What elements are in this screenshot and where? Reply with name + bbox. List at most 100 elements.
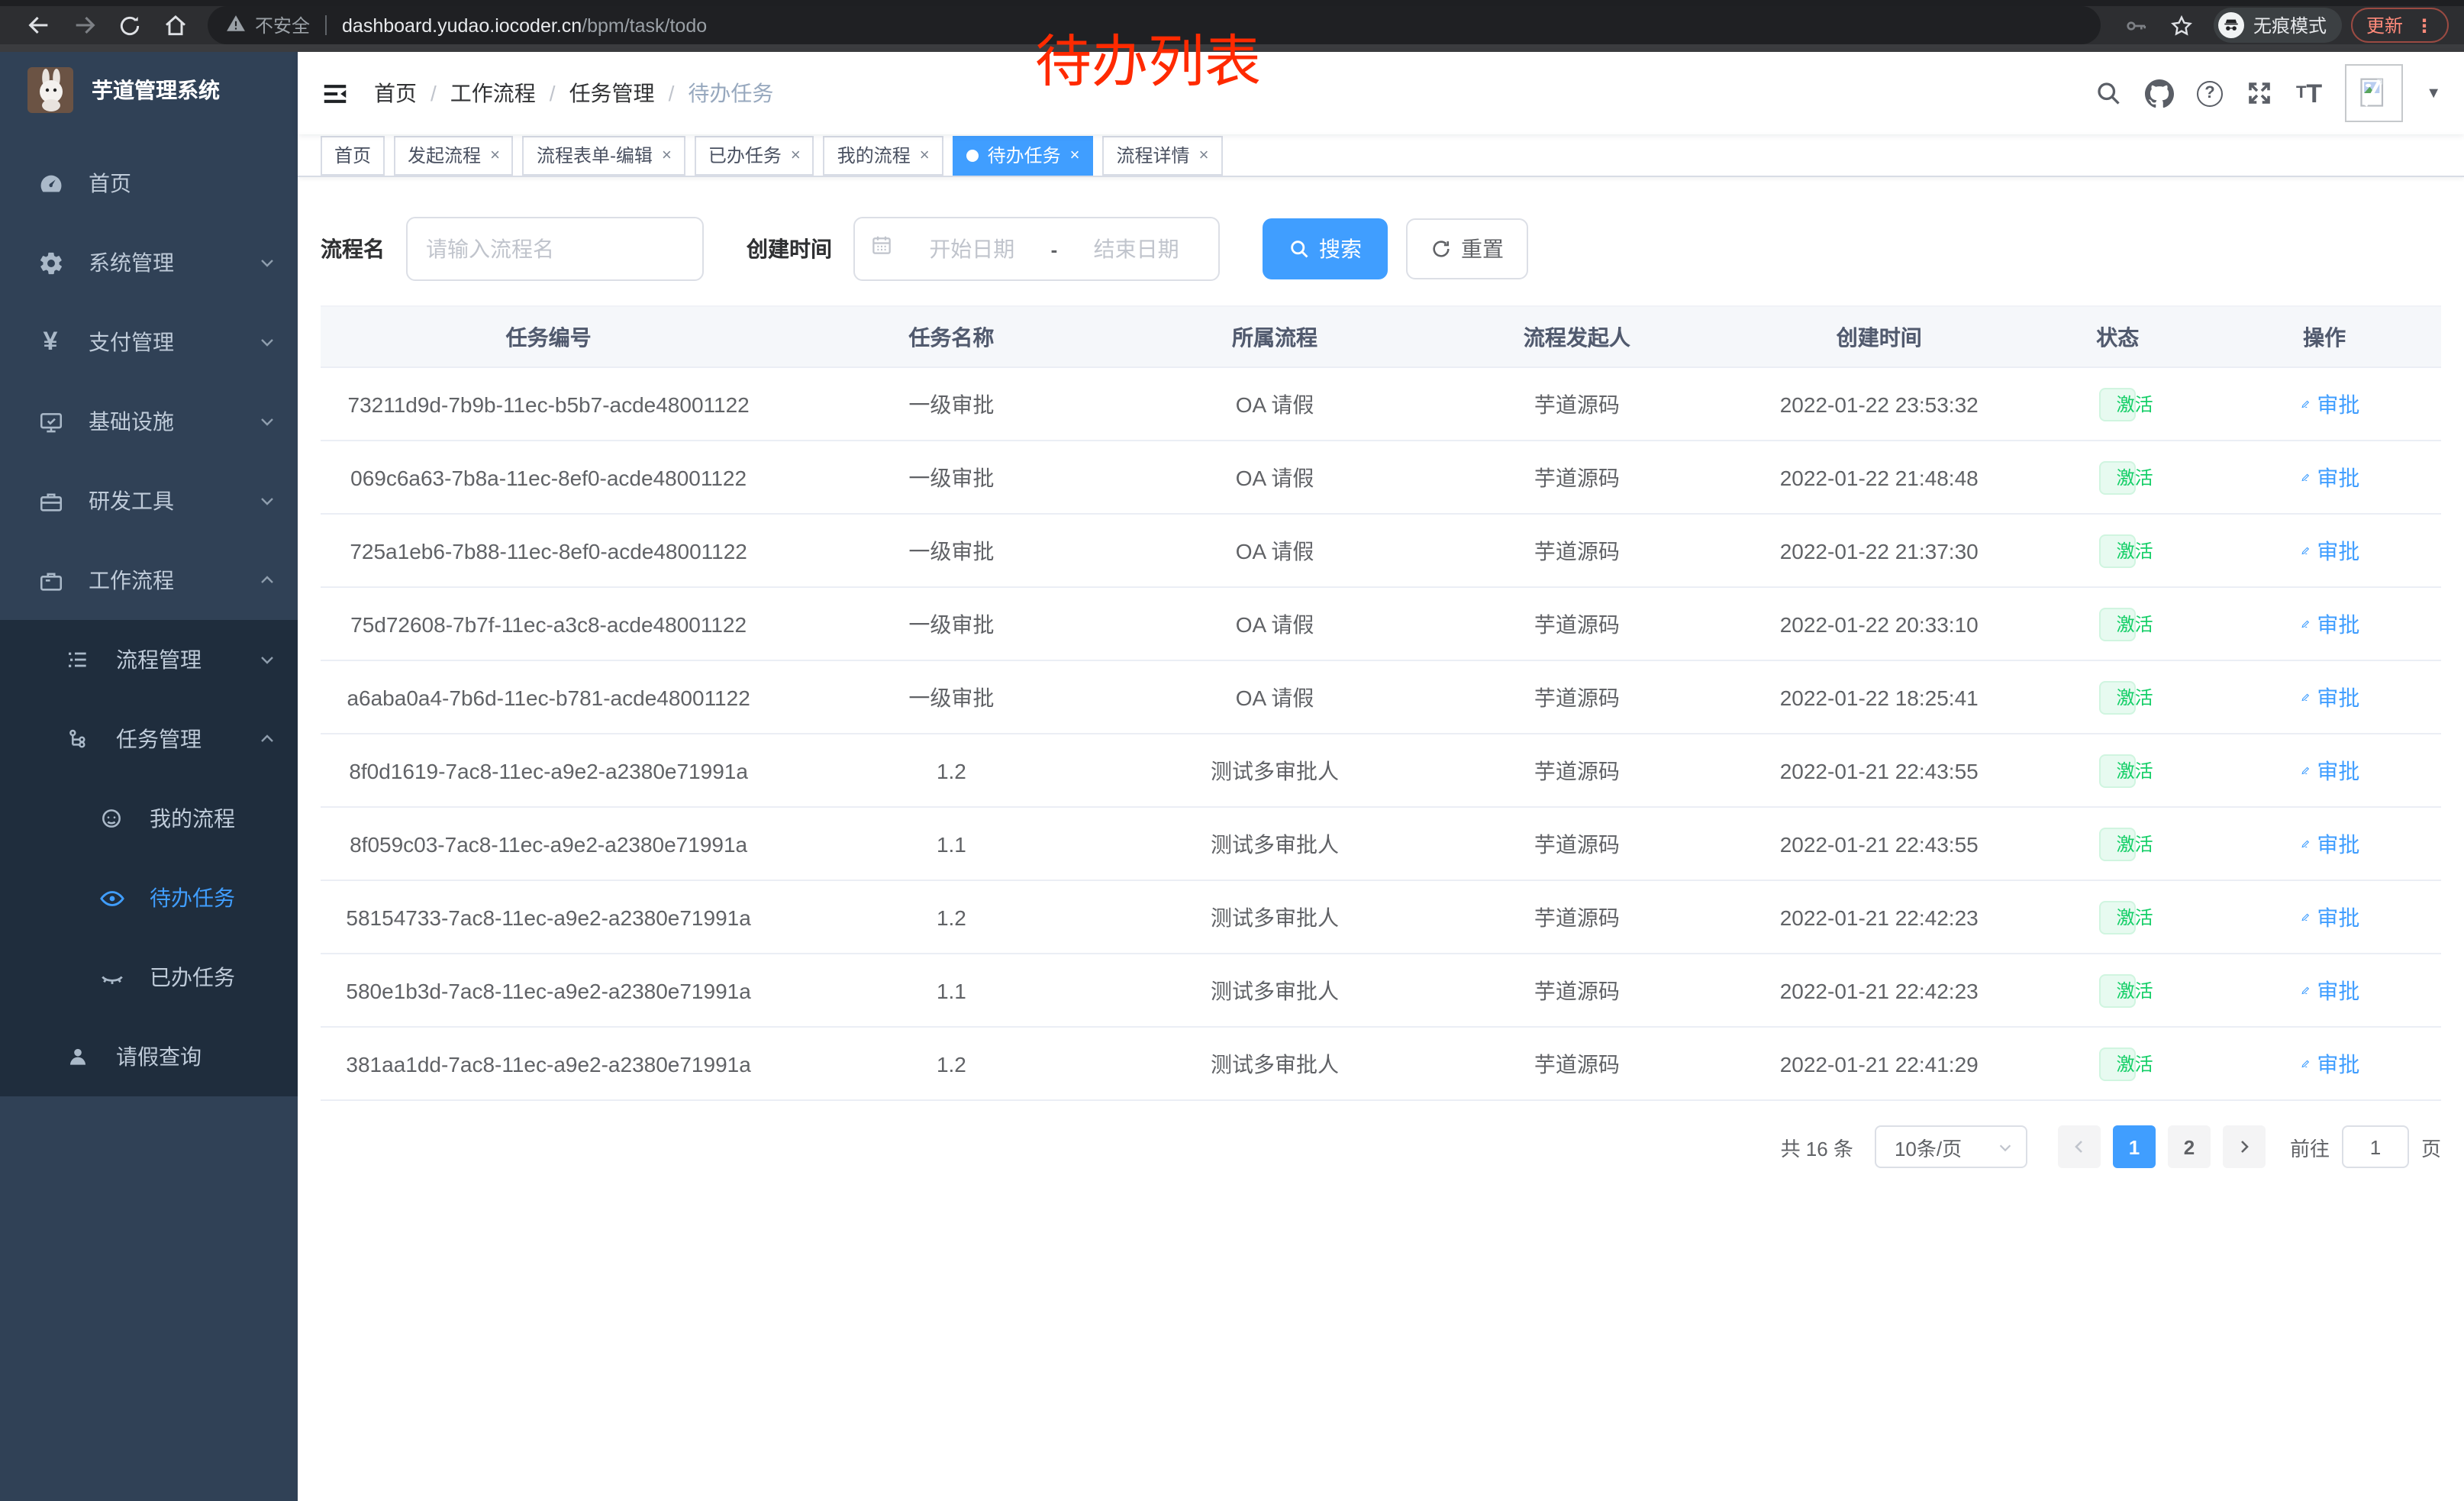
close-icon[interactable]: ×	[490, 146, 500, 164]
logo-row[interactable]: 芋道管理系统	[0, 52, 298, 128]
close-icon[interactable]: ×	[920, 146, 930, 164]
tab-process-form-edit[interactable]: 流程表单-编辑×	[523, 135, 685, 175]
col-header-task-id: 任务编号	[321, 321, 776, 352]
active-tab-dot	[966, 149, 979, 161]
tab-process-detail[interactable]: 流程详情×	[1103, 135, 1223, 175]
bookmark-star-icon[interactable]	[2159, 6, 2204, 44]
forward-icon[interactable]	[61, 6, 107, 44]
table-row: 8f0d1619-7ac8-11ec-a9e2-a2380e71991a 1.2…	[321, 733, 2441, 806]
next-page-button[interactable]	[2223, 1125, 2266, 1168]
sidebar-item-label: 任务管理	[116, 724, 202, 754]
approve-link[interactable]: 审批	[2301, 1048, 2348, 1079]
back-icon[interactable]	[15, 6, 61, 44]
fullscreen-icon[interactable]	[2246, 79, 2273, 107]
reload-icon[interactable]	[107, 6, 153, 44]
page-button-2[interactable]: 2	[2168, 1125, 2211, 1168]
task-process: 测试多审批人	[1127, 755, 1424, 786]
sidebar-item-my-process[interactable]: 我的流程	[0, 779, 298, 858]
home-icon[interactable]	[153, 6, 198, 44]
approve-link[interactable]: 审批	[2301, 608, 2348, 639]
sidebar-item-todo-task[interactable]: 待办任务	[0, 858, 298, 938]
approve-link[interactable]: 审批	[2301, 828, 2348, 859]
approve-link[interactable]: 审批	[2301, 755, 2348, 786]
breadcrumb-task-mgmt[interactable]: 任务管理	[569, 78, 655, 108]
sidebar-item-done-task[interactable]: 已办任务	[0, 938, 298, 1017]
annotation-overlay-text: 待办列表	[1035, 15, 1261, 98]
help-icon[interactable]: ?	[2197, 80, 2223, 106]
security-label: 不安全	[255, 12, 310, 38]
close-icon[interactable]: ×	[662, 146, 672, 164]
search-button[interactable]: 搜索	[1263, 218, 1388, 279]
sidebar-item-task-mgmt[interactable]: 任务管理	[0, 699, 298, 779]
process-name-input[interactable]	[406, 217, 704, 281]
col-header-action: 操作	[2208, 321, 2441, 352]
search-icon[interactable]	[2095, 79, 2122, 107]
col-header-status: 状态	[2027, 321, 2208, 352]
task-starter: 芋道源码	[1424, 902, 1731, 932]
page-size-select[interactable]: 10条/页	[1875, 1125, 2027, 1168]
task-starter: 芋道源码	[1424, 828, 1731, 859]
sidebar-item-leave-query[interactable]: 请假查询	[0, 1017, 298, 1096]
sidebar-item-workflow[interactable]: 工作流程	[0, 541, 298, 620]
not-secure-warning-icon	[226, 13, 246, 37]
sidebar-item-system[interactable]: 系统管理	[0, 223, 298, 302]
close-icon[interactable]: ×	[791, 146, 801, 164]
avatar[interactable]	[2345, 64, 2403, 122]
task-time: 2022-01-21 22:41:29	[1730, 1051, 2027, 1076]
goto-page-input[interactable]	[2342, 1125, 2409, 1168]
sidebar-item-devtools[interactable]: 研发工具	[0, 461, 298, 541]
font-size-icon[interactable]: TT	[2296, 80, 2322, 106]
github-icon[interactable]	[2145, 79, 2174, 108]
tab-done-task[interactable]: 已办任务×	[695, 135, 814, 175]
approve-link[interactable]: 审批	[2301, 462, 2348, 492]
flow-nodes-icon	[61, 727, 95, 751]
close-icon[interactable]: ×	[1199, 146, 1209, 164]
avatar-dropdown-caret-icon[interactable]: ▼	[2426, 85, 2441, 102]
task-starter: 芋道源码	[1424, 755, 1731, 786]
table-row: 725a1eb6-7b88-11ec-8ef0-acde48001122 一级审…	[321, 513, 2441, 586]
task-id: 381aa1dd-7ac8-11ec-a9e2-a2380e71991a	[321, 1051, 776, 1076]
sidebar-item-process-mgmt[interactable]: 流程管理	[0, 620, 298, 699]
omnibox-divider	[325, 15, 327, 35]
task-starter: 芋道源码	[1424, 1048, 1731, 1079]
task-process: OA 请假	[1127, 389, 1424, 419]
breadcrumb: 首页 / 工作流程 / 任务管理 / 待办任务	[374, 78, 773, 108]
approve-link[interactable]: 审批	[2301, 975, 2348, 1006]
update-chip[interactable]: 更新 ⋮	[2351, 8, 2449, 43]
tab-start-process[interactable]: 发起流程×	[394, 135, 514, 175]
sidebar-item-home[interactable]: 首页	[0, 144, 298, 223]
approve-link[interactable]: 审批	[2301, 902, 2348, 932]
prev-page-button[interactable]	[2058, 1125, 2101, 1168]
screen: 不安全 dashboard.yudao.iocoder.cn/bpm/task/…	[0, 0, 2464, 1501]
task-name: 1.2	[776, 905, 1126, 929]
sidebar-item-payment[interactable]: ¥ 支付管理	[0, 302, 298, 382]
task-process: OA 请假	[1127, 462, 1424, 492]
page-button-1[interactable]: 1	[2113, 1125, 2156, 1168]
breadcrumb-workflow[interactable]: 工作流程	[450, 78, 536, 108]
approve-link[interactable]: 审批	[2301, 682, 2348, 712]
chevron-down-icon	[258, 492, 276, 510]
sidebar-collapse-icon[interactable]	[321, 79, 350, 108]
close-icon[interactable]: ×	[1070, 146, 1080, 164]
task-id: 75d72608-7b7f-11ec-a3c8-acde48001122	[321, 612, 776, 636]
chevron-down-icon	[258, 412, 276, 431]
reset-button[interactable]: 重置	[1406, 218, 1528, 279]
date-range-picker[interactable]: 开始日期 - 结束日期	[853, 217, 1220, 281]
sidebar-item-infrastructure[interactable]: 基础设施	[0, 382, 298, 461]
tags-view: 首页 发起流程× 流程表单-编辑× 已办任务× 我的流程× 待办任务× 流程详情…	[298, 134, 2464, 177]
tab-home[interactable]: 首页	[321, 135, 385, 175]
key-icon[interactable]	[2113, 6, 2159, 44]
eye-open-icon	[95, 885, 128, 911]
tab-todo-task[interactable]: 待办任务×	[953, 135, 1094, 175]
task-name: 1.1	[776, 831, 1126, 856]
breadcrumb-home[interactable]: 首页	[374, 78, 417, 108]
create-time-label: 创建时间	[747, 234, 832, 264]
monitor-icon	[34, 408, 67, 434]
task-process: 测试多审批人	[1127, 902, 1424, 932]
browser-menu-icon[interactable]: ⋮	[2415, 15, 2433, 36]
approve-link[interactable]: 审批	[2301, 389, 2348, 419]
tab-my-process[interactable]: 我的流程×	[824, 135, 943, 175]
chevron-up-icon	[258, 571, 276, 589]
approve-link[interactable]: 审批	[2301, 535, 2348, 566]
task-starter: 芋道源码	[1424, 462, 1731, 492]
